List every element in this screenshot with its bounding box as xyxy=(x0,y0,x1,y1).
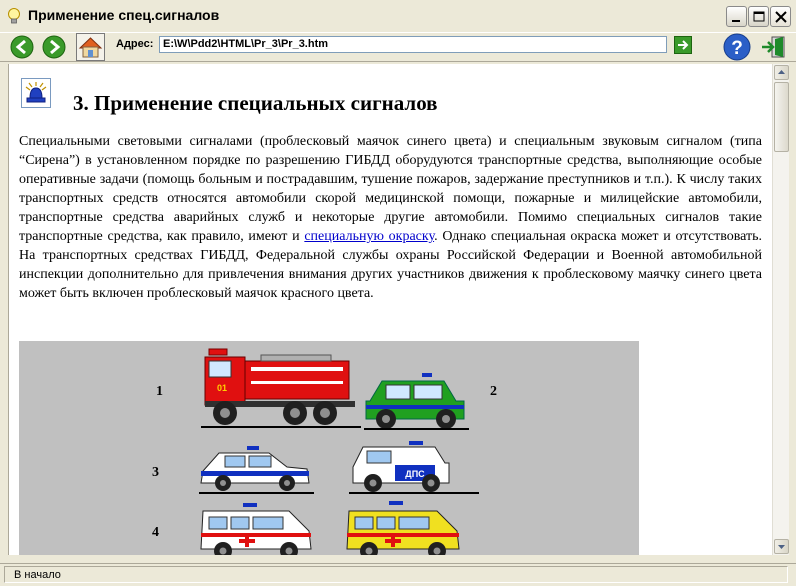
figure-label-3: 3 xyxy=(152,465,159,480)
scroll-thumb[interactable] xyxy=(774,82,789,152)
maximize-icon xyxy=(753,11,765,22)
figure-label-4: 4 xyxy=(152,525,159,540)
arrow-down-icon xyxy=(778,545,785,549)
vehicles-figure: 1 2 3 4 01 ДПС xyxy=(19,341,639,555)
forward-button[interactable] xyxy=(42,35,66,59)
ambulance-white-image xyxy=(200,503,312,555)
status-text: В начало xyxy=(14,569,61,581)
page-title: 3. Применение специальных сигналов xyxy=(73,91,438,115)
siren-icon xyxy=(21,78,51,108)
fire-truck-number: 01 xyxy=(217,383,227,393)
police-suv-image: ДПС xyxy=(349,441,479,494)
fire-truck-image: 01 xyxy=(201,348,361,428)
special-paint-link[interactable]: специальную окраску xyxy=(304,229,434,244)
police-car-image xyxy=(199,446,314,494)
close-icon xyxy=(775,11,787,23)
close-button[interactable] xyxy=(770,6,791,27)
svg-text:?: ? xyxy=(731,38,743,59)
address-input[interactable]: E:\W\Pdd2\HTML\Pr_3\Pr_3.htm xyxy=(159,36,667,53)
maximize-button[interactable] xyxy=(748,6,769,27)
go-button[interactable] xyxy=(674,36,692,54)
scroll-up-button[interactable] xyxy=(774,65,789,80)
home-icon xyxy=(78,37,103,58)
exit-button[interactable] xyxy=(761,35,787,59)
window-title: Применение спец.сигналов xyxy=(28,7,220,23)
arrow-up-icon xyxy=(778,70,785,74)
title-bar: Применение спец.сигналов xyxy=(0,0,796,32)
figure-label-2: 2 xyxy=(490,384,497,399)
police-suv-label: ДПС xyxy=(405,469,425,479)
paragraph-text: Специальными световыми сигналами (пробле… xyxy=(19,134,762,244)
content-area: 3. Применение специальных сигналов Специ… xyxy=(8,64,772,555)
status-pane xyxy=(4,566,788,583)
minimize-button[interactable] xyxy=(726,6,747,27)
address-label: Адрес: xyxy=(116,38,154,50)
scroll-down-button[interactable] xyxy=(774,539,789,554)
lightbulb-icon xyxy=(8,8,20,24)
vertical-scrollbar[interactable] xyxy=(772,64,789,555)
back-button[interactable] xyxy=(10,35,34,59)
home-button[interactable] xyxy=(76,33,105,61)
minimize-icon xyxy=(732,20,740,22)
ambulance-yellow-image xyxy=(346,501,460,555)
status-bar: В начало xyxy=(0,563,796,586)
main-paragraph: Специальными световыми сигналами (пробле… xyxy=(19,132,762,303)
police-suv-green-image xyxy=(364,373,469,430)
figure-label-1: 1 xyxy=(156,384,163,399)
help-button[interactable]: ? xyxy=(723,33,751,61)
